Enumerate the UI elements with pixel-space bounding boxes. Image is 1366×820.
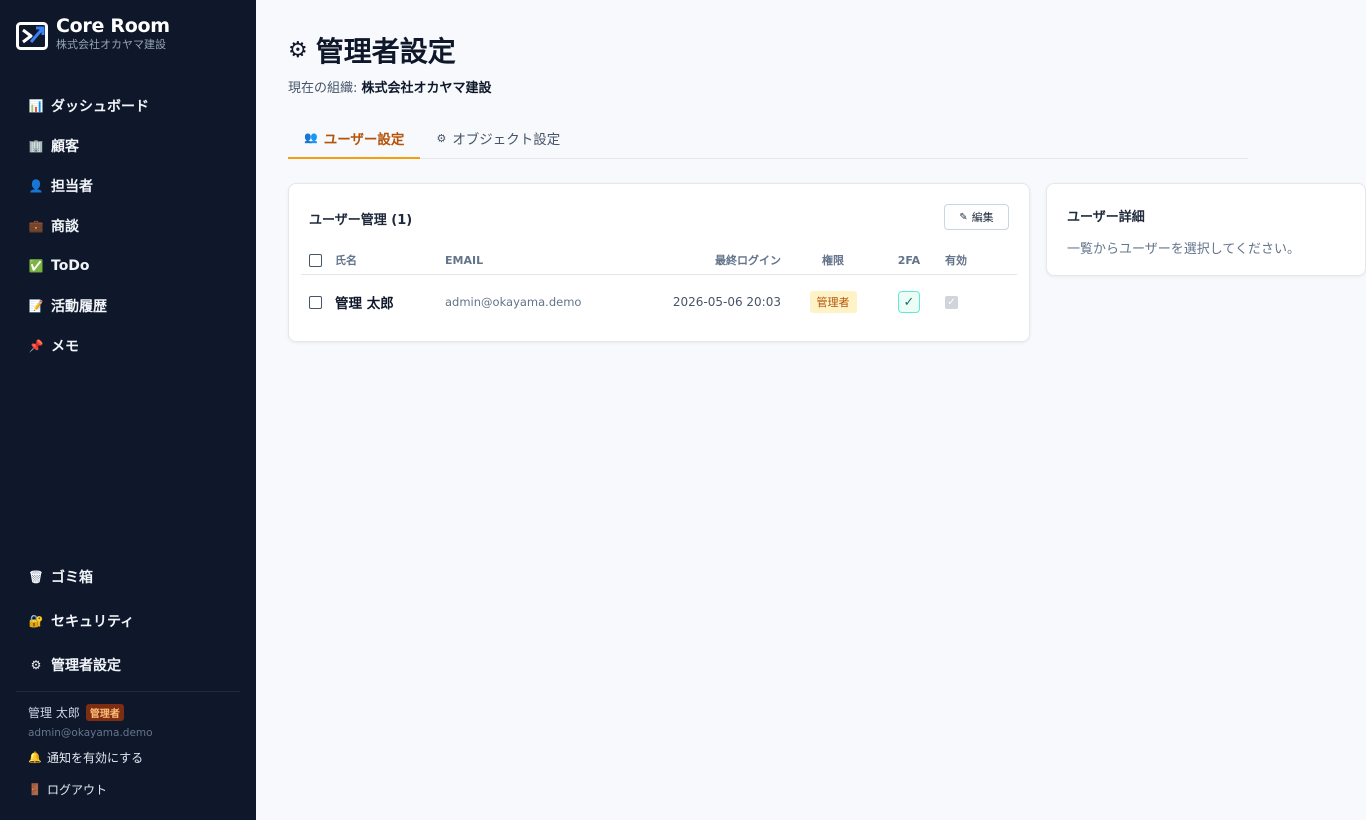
current-user: 管理 太郎 管理者 admin@okayama.demo	[28, 704, 153, 739]
sidebar-item-dashboard[interactable]: 📊 ダッシュボード	[28, 86, 238, 126]
current-org-prefix: 現在の組織:	[288, 81, 358, 96]
sidebar-item-label: ダッシュボード	[51, 99, 149, 115]
pin-icon: 📌	[28, 339, 44, 353]
sidebar-nav: 📊 ダッシュボード 🏢 顧客 👤 担当者 💼 商談 ✅ ToDo 📝 活動履歴 …	[28, 86, 238, 366]
bell-icon: 🔔	[28, 751, 42, 764]
user-detail-title: ユーザー詳細	[1067, 210, 1145, 225]
gear-icon: ⚙	[436, 131, 447, 145]
page-title: ⚙ 管理者設定	[288, 30, 456, 70]
sidebar-item-label: 管理者設定	[51, 658, 121, 674]
column-header-role: 権限	[822, 254, 844, 267]
sidebar-divider	[16, 691, 240, 692]
bar-chart-icon: 📊	[28, 99, 44, 113]
user-last-login: 2026-05-06 20:03	[672, 295, 781, 309]
sidebar-item-notes[interactable]: 📌 メモ	[28, 326, 238, 366]
brand[interactable]: Core Room 株式会社オカヤマ建設	[16, 14, 170, 52]
sidebar-item-trash[interactable]: 🗑 ゴミ箱	[28, 555, 238, 599]
memo-icon: 📝	[28, 299, 44, 313]
tab-label: オブジェクト設定	[452, 132, 561, 148]
tab-object-settings[interactable]: ⚙ オブジェクト設定	[420, 118, 576, 158]
enable-notifications-label: 通知を有効にする	[47, 751, 144, 765]
sidebar-bottom-nav: 🗑 ゴミ箱 🔐 セキュリティ ⚙ 管理者設定	[28, 555, 238, 687]
column-header-enabled: 有効	[945, 254, 967, 267]
row-select-checkbox[interactable]	[309, 295, 322, 309]
user-detail-card: ユーザー詳細 一覧からユーザーを選択してください。	[1046, 183, 1366, 276]
app-name: Core Room	[56, 15, 170, 37]
column-header-email: EMAIL	[445, 253, 484, 267]
column-header-last-login: 最終ログイン	[715, 254, 781, 267]
sidebar-item-deals[interactable]: 💼 商談	[28, 206, 238, 246]
sidebar-item-label: ゴミ箱	[51, 570, 93, 586]
sidebar-item-admin-settings[interactable]: ⚙ 管理者設定	[28, 643, 238, 687]
users-icon: 👥	[304, 131, 318, 144]
sidebar-item-todo[interactable]: ✅ ToDo	[28, 246, 238, 286]
current-user-email: admin@okayama.demo	[28, 727, 153, 739]
sidebar-item-label: 担当者	[51, 179, 93, 195]
twofa-check-icon: ✓	[898, 291, 920, 313]
current-org-line: 現在の組織: 株式会社オカヤマ建設	[288, 77, 492, 96]
user-table-header: 氏名 EMAIL 最終ログイン 権限 2FA 有効	[301, 246, 1017, 275]
sidebar-item-label: セキュリティ	[51, 614, 135, 630]
current-user-name: 管理 太郎	[28, 706, 80, 720]
edit-button[interactable]: ✎ 編集	[944, 204, 1009, 230]
person-icon: 👤	[28, 179, 44, 193]
user-management-card: ユーザー管理 (1) ✎ 編集 氏名 EMAIL 最終ログイン 権限 2FA 有…	[288, 183, 1030, 342]
sidebar-item-label: 顧客	[51, 139, 79, 155]
page-title-text: 管理者設定	[315, 35, 456, 68]
sidebar-item-label: ToDo	[51, 258, 90, 274]
check-box-icon: ✅	[28, 259, 44, 273]
sidebar-item-contacts[interactable]: 👤 担当者	[28, 166, 238, 206]
user-detail-placeholder: 一覧からユーザーを選択してください。	[1067, 242, 1300, 257]
core-room-logo-icon	[16, 22, 48, 50]
role-badge: 管理者	[809, 291, 857, 313]
user-name: 管理 太郎	[335, 296, 394, 312]
user-email: admin@okayama.demo	[445, 295, 582, 309]
trash-icon: 🗑	[28, 570, 44, 584]
briefcase-icon: 💼	[28, 219, 44, 233]
edit-button-label: 編集	[971, 211, 994, 224]
current-user-role-badge: 管理者	[85, 704, 124, 721]
sidebar-item-label: 商談	[51, 219, 79, 235]
sidebar-item-security[interactable]: 🔐 セキュリティ	[28, 599, 238, 643]
select-all-checkbox[interactable]	[309, 253, 322, 267]
tab-user-settings[interactable]: 👥 ユーザー設定	[288, 118, 421, 159]
logout-link[interactable]: 🚪 ログアウト	[28, 781, 107, 798]
lock-icon: 🔐	[28, 614, 44, 628]
main-content: ⚙ 管理者設定 現在の組織: 株式会社オカヤマ建設 👥 ユーザー設定 ⚙ オブジ…	[256, 0, 1366, 820]
sidebar: Core Room 株式会社オカヤマ建設 📊 ダッシュボード 🏢 顧客 👤 担当…	[0, 0, 256, 820]
org-name: 株式会社オカヤマ建設	[56, 38, 166, 51]
sidebar-item-label: 活動履歴	[51, 299, 107, 315]
gear-icon: ⚙	[30, 658, 42, 672]
sidebar-item-label: メモ	[51, 339, 79, 355]
current-org-name: 株式会社オカヤマ建設	[361, 81, 492, 96]
column-header-name: 氏名	[335, 254, 357, 267]
user-management-title: ユーザー管理 (1)	[309, 213, 413, 228]
gear-icon: ⚙	[288, 37, 308, 63]
sidebar-item-customers[interactable]: 🏢 顧客	[28, 126, 238, 166]
sidebar-item-activity[interactable]: 📝 活動履歴	[28, 286, 238, 326]
enable-notifications-link[interactable]: 🔔 通知を有効にする	[28, 749, 143, 766]
tab-label: ユーザー設定	[323, 131, 405, 148]
building-icon: 🏢	[28, 139, 44, 153]
settings-tabs: 👥 ユーザー設定 ⚙ オブジェクト設定	[288, 118, 1248, 159]
column-header-2fa: 2FA	[897, 253, 921, 267]
pencil-icon: ✎	[959, 211, 968, 223]
table-row[interactable]: 管理 太郎 admin@okayama.demo 2026-05-06 20:0…	[301, 280, 1017, 324]
logout-label: ログアウト	[47, 783, 108, 797]
enabled-checkbox[interactable]: ✓	[945, 295, 958, 309]
door-icon: 🚪	[28, 783, 42, 796]
